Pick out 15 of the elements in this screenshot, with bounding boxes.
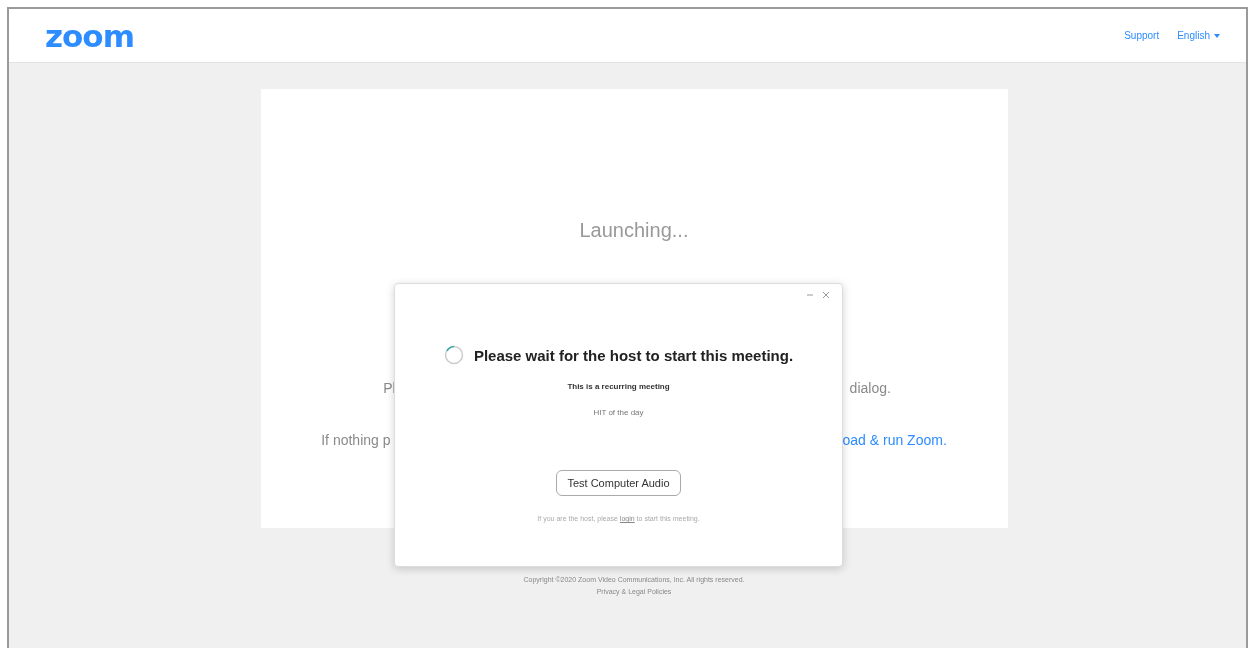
minimize-icon[interactable] [806,291,814,299]
launching-text: Launching... [579,219,689,242]
caret-icon [1214,33,1220,38]
fallback-text: If nothing p [321,432,391,448]
download-link[interactable]: oad & run Zoom. [842,432,947,448]
close-icon[interactable] [822,291,830,299]
meeting-name: HIT of the day [593,408,644,417]
support-link[interactable]: Support [1124,30,1160,41]
spinner-icon [443,345,464,365]
test-audio-button[interactable]: Test Computer Audio [556,470,681,496]
language-dropdown[interactable]: English [1177,30,1220,41]
zoom-logo[interactable]: zoom [45,17,134,54]
dialog-heading: Please wait for the host to start this meeting. [473,346,794,364]
meeting-type-text: This is a recurring meeting [567,382,670,391]
instruction-text-end: dialog. [849,380,891,396]
